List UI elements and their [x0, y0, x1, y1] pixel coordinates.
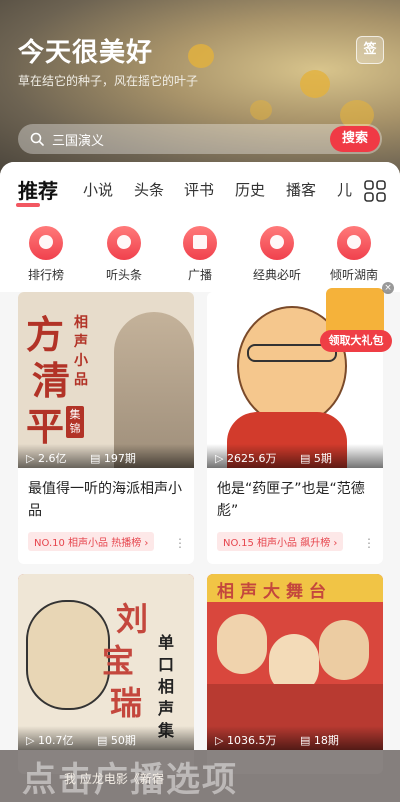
caricature-face: [319, 620, 369, 680]
quick-link-label: 广播: [187, 268, 212, 282]
tab-headlines[interactable]: 头条: [134, 179, 164, 200]
cover-badge: 集锦: [66, 406, 84, 438]
flower-decoration: [300, 70, 330, 98]
quick-link-label: 排行榜: [27, 268, 64, 282]
album-cover: 相声大舞台 ▷ 1036.5万 ▤ 18期: [207, 574, 383, 750]
episode-count: ▤ 197期: [89, 452, 136, 465]
album-title: 他是“药匣子”也是“范德彪”: [217, 481, 365, 519]
location-icon: [337, 226, 371, 260]
tab-recommend[interactable]: 推荐: [16, 175, 58, 207]
ranking-tag[interactable]: NO.15 相声小品 飙升榜 ›: [217, 532, 344, 551]
quick-link-label: 听头条: [105, 268, 142, 282]
tab-kids[interactable]: 儿: [337, 179, 352, 200]
quick-link-label: 倾听湖南: [329, 268, 378, 282]
content-panel: 推荐 小说 头条 评书 历史 播客 儿 排行榜 听头条 广播 经典必听 倾听湖南…: [0, 162, 400, 802]
search-bar[interactable]: 三国演义 搜索: [18, 124, 382, 154]
radio-icon: [183, 226, 217, 260]
all-categories-icon[interactable]: [364, 180, 386, 202]
header-banner: 今天很美好 草在结它的种子，风在摇它的叶子 签 三国演义 搜索: [0, 0, 400, 175]
search-icon: [30, 132, 44, 146]
tab-novel[interactable]: 小说: [83, 179, 113, 200]
album-cover: 方 清 平 相声小品 集锦 ▷ 2.6亿 ▤ 197期: [18, 292, 194, 468]
tab-history[interactable]: 历史: [235, 179, 265, 200]
caricature-face: [26, 600, 110, 710]
episode-count: ▤ 5期: [299, 452, 332, 465]
quick-link-hunan[interactable]: 倾听湖南: [319, 226, 389, 283]
tab-pingshu[interactable]: 评书: [184, 179, 214, 200]
category-tabs: 推荐 小说 头条 评书 历史 播客 儿: [0, 162, 400, 214]
album-stats: ▷ 10.7亿 ▤ 50期: [18, 726, 194, 750]
plays-count: ▷ 10.7亿: [26, 734, 74, 747]
headline-icon: [107, 226, 141, 260]
plays-count: ▷ 2625.6万: [215, 452, 277, 465]
greeting-subtitle: 草在结它的种子，风在摇它的叶子: [18, 74, 199, 88]
more-options-icon[interactable]: ⋮: [174, 536, 186, 550]
album-title: 最值得一听的海派相声小品: [28, 481, 182, 519]
tab-podcast[interactable]: 播客: [286, 179, 316, 200]
flower-decoration: [250, 100, 272, 120]
bottom-overlay-banner[interactable]: 点击广播选项 我 应龙电影《新宿: [0, 750, 400, 802]
flame-icon: [260, 226, 294, 260]
album-card[interactable]: 相声大舞台 ▷ 1036.5万 ▤ 18期: [207, 574, 383, 774]
album-card[interactable]: 方 清 平 相声小品 集锦 ▷ 2.6亿 ▤ 197期 最值得一听的海派相声小品…: [18, 292, 194, 564]
ranking-tag[interactable]: NO.10 相声小品 热播榜 ›: [28, 532, 155, 551]
quick-link-radio[interactable]: 广播: [165, 226, 235, 283]
episode-count: ▤ 18期: [299, 734, 339, 747]
cover-subtitle: 相声小品: [74, 315, 88, 388]
quick-link-ranking[interactable]: 排行榜: [11, 226, 81, 283]
cover-text: 平: [26, 404, 65, 449]
sign-in-button[interactable]: 签: [356, 36, 384, 64]
cover-text: 瑞: [110, 684, 143, 722]
quick-link-classics[interactable]: 经典必听: [242, 226, 312, 283]
album-stats: ▷ 1036.5万 ▤ 18期: [207, 726, 383, 750]
album-card[interactable]: 刘 宝 瑞 单口相声集 ▷ 10.7亿 ▤ 50期: [18, 574, 194, 774]
trophy-icon: [29, 226, 63, 260]
banner-text: 我 应龙电影《新宿: [64, 772, 164, 786]
close-icon[interactable]: ×: [382, 282, 394, 294]
plays-count: ▷ 1036.5万: [215, 734, 277, 747]
cover-title: 相声大舞台: [207, 574, 383, 602]
claim-gift-button[interactable]: 领取大礼包: [320, 330, 392, 352]
quick-links: 排行榜 听头条 广播 经典必听 倾听湖南: [0, 214, 400, 292]
album-stats: ▷ 2.6亿 ▤ 197期: [18, 444, 194, 468]
album-stats: ▷ 2625.6万 ▤ 5期: [207, 444, 383, 468]
episode-count: ▤ 50期: [96, 734, 136, 747]
gift-box-icon: [326, 288, 384, 336]
quick-link-label: 经典必听: [252, 268, 301, 282]
plays-count: ▷ 2.6亿: [26, 452, 67, 465]
cover-text: 宝: [102, 642, 135, 680]
flower-decoration: [188, 44, 214, 68]
greeting-title: 今天很美好: [18, 38, 154, 68]
gift-promo[interactable]: × 领取大礼包: [320, 282, 394, 358]
quick-link-headlines[interactable]: 听头条: [89, 226, 159, 283]
search-button[interactable]: 搜索: [330, 126, 380, 152]
album-cover: 刘 宝 瑞 单口相声集 ▷ 10.7亿 ▤ 50期: [18, 574, 194, 750]
more-options-icon[interactable]: ⋮: [363, 536, 375, 550]
search-placeholder: 三国演义: [52, 134, 105, 149]
caricature-face: [217, 614, 267, 674]
cover-text: 刘: [116, 600, 149, 638]
